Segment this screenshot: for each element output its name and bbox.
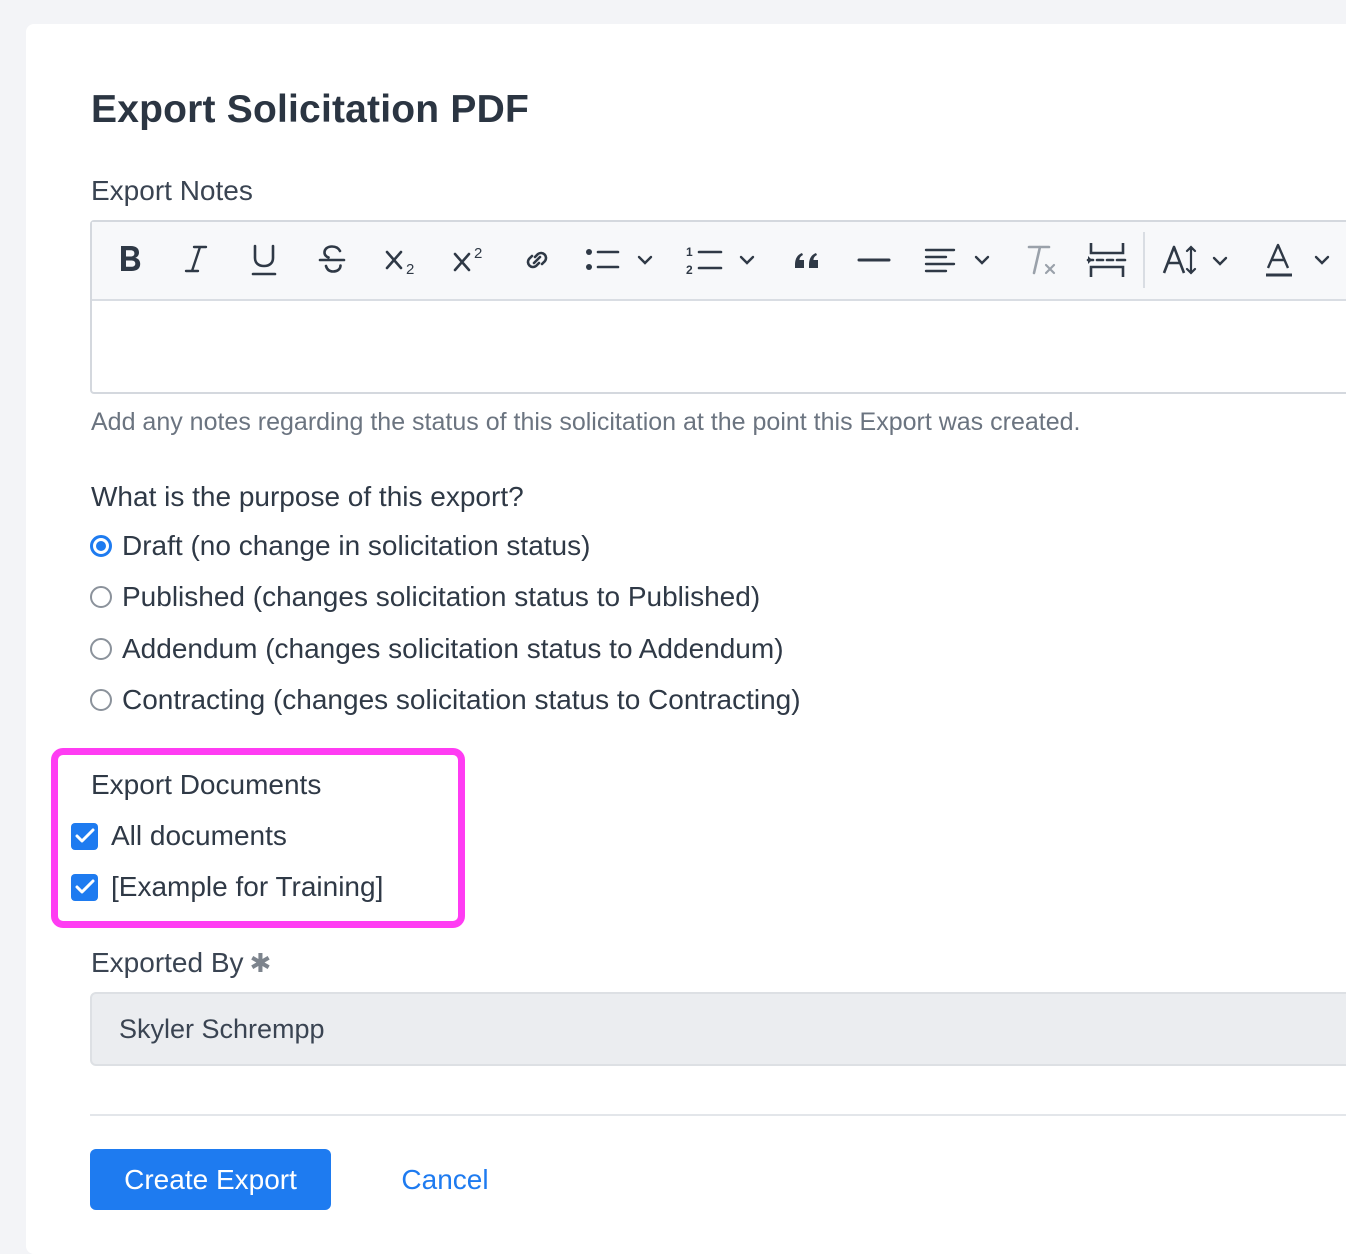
checkmark-icon xyxy=(75,879,94,894)
radio-option-published[interactable]: Published (changes solicitation status t… xyxy=(90,581,760,613)
svg-text:2: 2 xyxy=(406,261,414,278)
svg-text:2: 2 xyxy=(474,245,482,262)
required-asterisk-icon: ✱ xyxy=(249,948,272,978)
exported-by-label-text: Exported By xyxy=(91,947,244,978)
font-color-icon[interactable] xyxy=(1260,234,1340,286)
export-notes-help-text: Add any notes regarding the status of th… xyxy=(91,408,1081,436)
checkmark-icon xyxy=(75,828,94,843)
radio-button[interactable] xyxy=(90,689,112,711)
radio-option-label: Contracting (changes solicitation status… xyxy=(122,684,801,715)
bulleted-list-icon[interactable] xyxy=(578,234,664,286)
checkbox-checked[interactable] xyxy=(71,873,98,901)
radio-option-label: Draft (no change in solicitation status) xyxy=(122,530,591,561)
radio-button[interactable] xyxy=(90,638,112,660)
checkbox-label: All documents xyxy=(111,820,287,851)
export-notes-editor: 2 2 12 xyxy=(90,220,1346,394)
form-divider xyxy=(90,1114,1346,1116)
svg-text:1: 1 xyxy=(686,245,693,259)
underline-icon[interactable] xyxy=(242,234,286,286)
exported-by-label: Exported By ✱ xyxy=(91,947,271,979)
radio-button[interactable] xyxy=(90,586,112,608)
checkbox-all-documents[interactable]: All documents xyxy=(71,820,287,852)
strikethrough-icon[interactable] xyxy=(310,234,354,286)
page-title: Export Solicitation PDF xyxy=(91,88,529,131)
create-export-button[interactable]: Create Export xyxy=(90,1149,331,1210)
subscript-icon[interactable]: 2 xyxy=(378,234,428,286)
purpose-question-label: What is the purpose of this export? xyxy=(91,481,524,512)
checkbox-example-for-training[interactable]: [Example for Training] xyxy=(71,871,383,903)
radio-button-selected[interactable] xyxy=(90,535,112,557)
exported-by-value: Skyler Schrempp xyxy=(119,1013,325,1044)
italic-icon[interactable] xyxy=(174,234,218,286)
radio-option-addendum[interactable]: Addendum (changes solicitation status to… xyxy=(90,633,784,665)
radio-option-draft[interactable]: Draft (no change in solicitation status) xyxy=(90,530,590,562)
editor-toolbar: 2 2 12 xyxy=(92,222,1346,301)
svg-text:2: 2 xyxy=(686,263,693,277)
radio-option-label: Addendum (changes solicitation status to… xyxy=(122,633,784,664)
blockquote-icon[interactable] xyxy=(786,234,830,286)
export-notes-label: Export Notes xyxy=(91,175,253,206)
font-size-icon[interactable] xyxy=(1158,234,1238,286)
horizontal-rule-icon[interactable] xyxy=(852,234,896,286)
exported-by-select[interactable]: Skyler Schrempp xyxy=(90,992,1346,1066)
cancel-button[interactable]: Cancel xyxy=(383,1149,507,1210)
link-icon[interactable] xyxy=(512,234,562,286)
numbered-list-icon[interactable]: 12 xyxy=(680,234,766,286)
radio-option-label: Published (changes solicitation status t… xyxy=(122,581,761,612)
toolbar-separator xyxy=(1143,232,1145,288)
export-notes-input[interactable] xyxy=(92,299,1346,392)
radio-option-contracting[interactable]: Contracting (changes solicitation status… xyxy=(90,684,801,716)
bold-icon[interactable] xyxy=(108,234,152,286)
checkbox-checked[interactable] xyxy=(71,822,98,850)
clear-formatting-icon[interactable] xyxy=(1016,234,1066,286)
export-documents-label: Export Documents xyxy=(91,769,322,800)
page-break-icon[interactable] xyxy=(1082,234,1132,286)
superscript-icon[interactable]: 2 xyxy=(446,234,496,286)
checkbox-label: [Example for Training] xyxy=(111,871,384,902)
align-icon[interactable] xyxy=(918,234,998,286)
